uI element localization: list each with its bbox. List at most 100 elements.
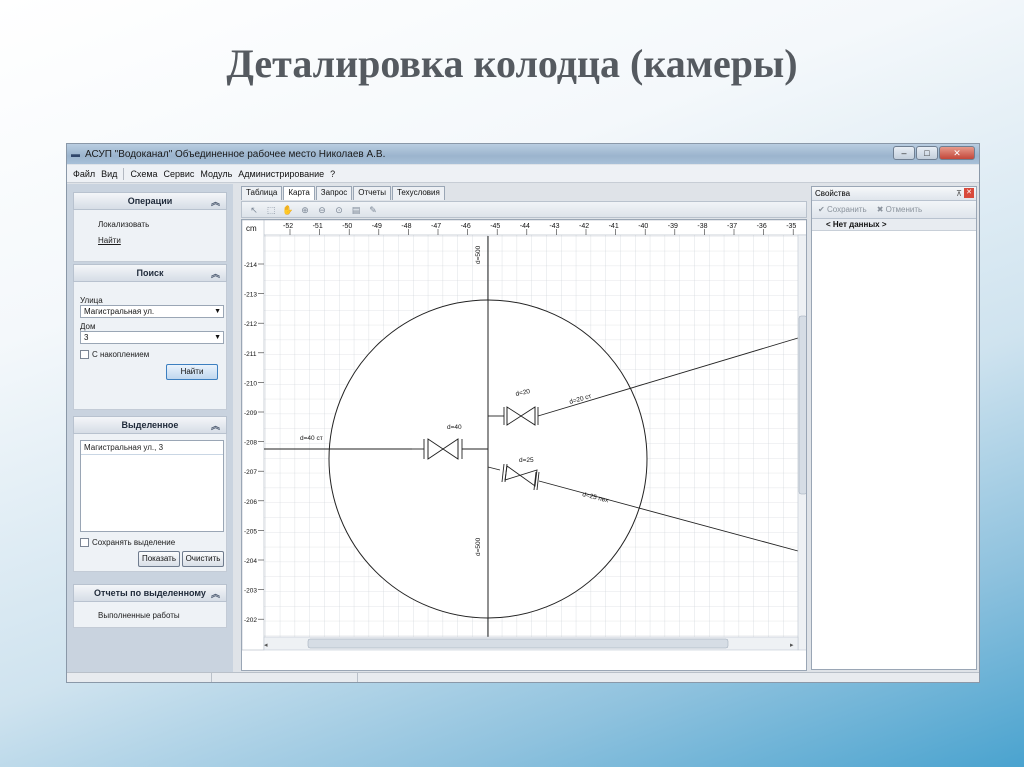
- close-button[interactable]: ✕: [939, 146, 975, 160]
- collapse-chevron-icon[interactable]: ︽: [211, 419, 220, 432]
- lower-valve-label: d=25: [519, 457, 534, 464]
- operations-header-label: Операции: [127, 196, 173, 206]
- menu-bar: Файл Вид Схема Сервис Модуль Администрир…: [67, 165, 979, 183]
- x-tick-label: -40: [638, 223, 648, 230]
- slide-title: Деталировка колодца (камеры): [226, 41, 798, 86]
- properties-save-button[interactable]: ✔ Сохранить: [818, 205, 867, 214]
- cancel-label: Отменить: [885, 205, 923, 214]
- tab-reports[interactable]: Отчеты: [353, 186, 391, 200]
- house-select[interactable]: 3 ▼: [80, 331, 224, 344]
- map-drawing[interactable]: cm -52 -51 -50 -49 -48 -47 -46 -45 -44 -43 -42 -41 -…: [242, 220, 807, 671]
- selected-body: Магистральная ул., 3 Сохранять выделение…: [73, 434, 227, 572]
- accumulate-label: С накоплением: [92, 350, 150, 359]
- x-tick-label: -48: [401, 223, 411, 230]
- zoom-out-icon[interactable]: ⊖: [316, 204, 328, 216]
- y-tick-label: -204: [244, 558, 257, 565]
- y-tick-label: -203: [244, 588, 257, 595]
- x-tick-label: -36: [757, 223, 767, 230]
- y-tick-label: -214: [244, 262, 257, 269]
- tab-query[interactable]: Запрос: [315, 186, 353, 200]
- search-header[interactable]: Поиск ︽: [73, 264, 227, 282]
- map-canvas[interactable]: cm -52 -51 -50 -49 -48 -47 -46 -45 -44 -43 -42 -41 -…: [241, 219, 807, 671]
- y-tick-label: -212: [244, 321, 257, 328]
- y-tick-label: -213: [244, 292, 257, 299]
- window-controls: – □ ✕: [893, 146, 975, 160]
- y-tick-label: -211: [244, 351, 257, 358]
- find-link[interactable]: Найти: [98, 236, 121, 245]
- scroll-left-icon[interactable]: ◂: [264, 642, 268, 649]
- selected-header-label: Выделенное: [121, 420, 179, 430]
- minimize-button[interactable]: –: [893, 146, 915, 160]
- x-tick-label: -46: [461, 223, 471, 230]
- completed-works-link[interactable]: Выполненные работы: [98, 611, 180, 620]
- save-selection-checkbox[interactable]: [80, 538, 89, 547]
- cross-icon: ✖: [876, 205, 886, 214]
- properties-toolbar: ✔ Сохранить ✖ Отменить: [812, 201, 976, 219]
- x-tick-label: -37: [727, 223, 737, 230]
- collapse-chevron-icon[interactable]: ︽: [211, 587, 220, 600]
- selected-list[interactable]: Магистральная ул., 3: [80, 440, 224, 532]
- vertical-scroll-thumb[interactable]: [798, 315, 807, 495]
- scroll-right-icon[interactable]: ▸: [790, 642, 794, 649]
- horizontal-scroll-thumb[interactable]: [307, 638, 729, 649]
- menu-service[interactable]: Сервис: [164, 169, 195, 179]
- reports-header[interactable]: Отчеты по выделенному ︽: [73, 584, 227, 602]
- close-panel-icon[interactable]: ✕: [964, 188, 974, 198]
- tab-map[interactable]: Карта: [283, 186, 315, 200]
- reports-body: Выполненные работы: [73, 602, 227, 628]
- selected-header[interactable]: Выделенное ︽: [73, 416, 227, 434]
- show-button[interactable]: Показать: [138, 551, 180, 567]
- reports-header-label: Отчеты по выделенному: [94, 588, 206, 598]
- reports-group: Отчеты по выделенному ︽ Выполненные рабо…: [73, 584, 227, 628]
- list-item[interactable]: Магистральная ул., 3: [81, 441, 223, 455]
- operations-body: Локализовать Найти: [73, 210, 227, 262]
- find-button[interactable]: Найти: [166, 364, 218, 380]
- x-tick-label: -52: [283, 223, 293, 230]
- y-tick-label: -206: [244, 499, 257, 506]
- tab-table[interactable]: Таблица: [241, 186, 283, 200]
- layers-icon[interactable]: ▤: [350, 204, 362, 216]
- bottom-pipe-label: d=500: [475, 537, 482, 556]
- pin-icon[interactable]: ⊼: [956, 187, 962, 200]
- x-tick-label: -47: [431, 223, 441, 230]
- window-title: АСУП "Водоканал" Объединенное рабочее ме…: [85, 148, 386, 160]
- menu-view[interactable]: Вид: [101, 169, 117, 179]
- properties-cancel-button[interactable]: ✖ Отменить: [877, 205, 923, 214]
- title-bar: ▬ АСУП "Водоканал" Объединенное рабочее …: [67, 144, 979, 164]
- edit-icon[interactable]: ✎: [367, 204, 379, 216]
- pointer-icon[interactable]: ↖: [248, 204, 260, 216]
- accumulate-checkbox[interactable]: [80, 350, 89, 359]
- tab-tech-conditions[interactable]: Техусловия: [391, 186, 445, 200]
- x-tick-label: -44: [520, 223, 530, 230]
- zoom-in-icon[interactable]: ⊕: [299, 204, 311, 216]
- menu-file[interactable]: Файл: [73, 169, 95, 179]
- x-tick-label: -39: [668, 223, 678, 230]
- status-cell: [211, 673, 212, 682]
- collapse-chevron-icon[interactable]: ︽: [211, 267, 220, 280]
- clear-button[interactable]: Очистить: [182, 551, 224, 567]
- street-label: Улица: [80, 296, 103, 305]
- selected-group: Выделенное ︽ Магистральная ул., 3 Сохран…: [73, 416, 227, 572]
- pan-hand-icon[interactable]: ✋: [282, 204, 294, 216]
- menu-module[interactable]: Модуль: [200, 169, 232, 179]
- localize-link[interactable]: Локализовать: [98, 220, 149, 229]
- properties-title: Свойства: [815, 189, 851, 198]
- menu-help[interactable]: ?: [330, 169, 335, 179]
- menu-administration[interactable]: Администрирование: [238, 169, 324, 179]
- menu-scheme[interactable]: Схема: [130, 169, 157, 179]
- zoom-extent-icon[interactable]: ⊙: [333, 204, 345, 216]
- center-panel: Таблица Карта Запрос Отчеты Техусловия ↖…: [237, 184, 807, 674]
- collapse-chevron-icon[interactable]: ︽: [211, 195, 220, 208]
- x-tick-label: -43: [549, 223, 559, 230]
- x-tick-label: -50: [342, 223, 352, 230]
- dropdown-arrow-icon[interactable]: ▼: [214, 306, 221, 317]
- accumulate-checkbox-row[interactable]: С накоплением: [80, 350, 149, 359]
- operations-header[interactable]: Операции ︽: [73, 192, 227, 210]
- dropdown-arrow-icon[interactable]: ▼: [214, 332, 221, 343]
- street-select[interactable]: Магистральная ул. ▼: [80, 305, 224, 318]
- x-tick-label: -38: [697, 223, 707, 230]
- maximize-button[interactable]: □: [916, 146, 938, 160]
- vertical-ruler: [242, 220, 265, 651]
- save-selection-checkbox-row[interactable]: Сохранять выделение: [80, 538, 175, 547]
- select-rect-icon[interactable]: ⬚: [265, 204, 277, 216]
